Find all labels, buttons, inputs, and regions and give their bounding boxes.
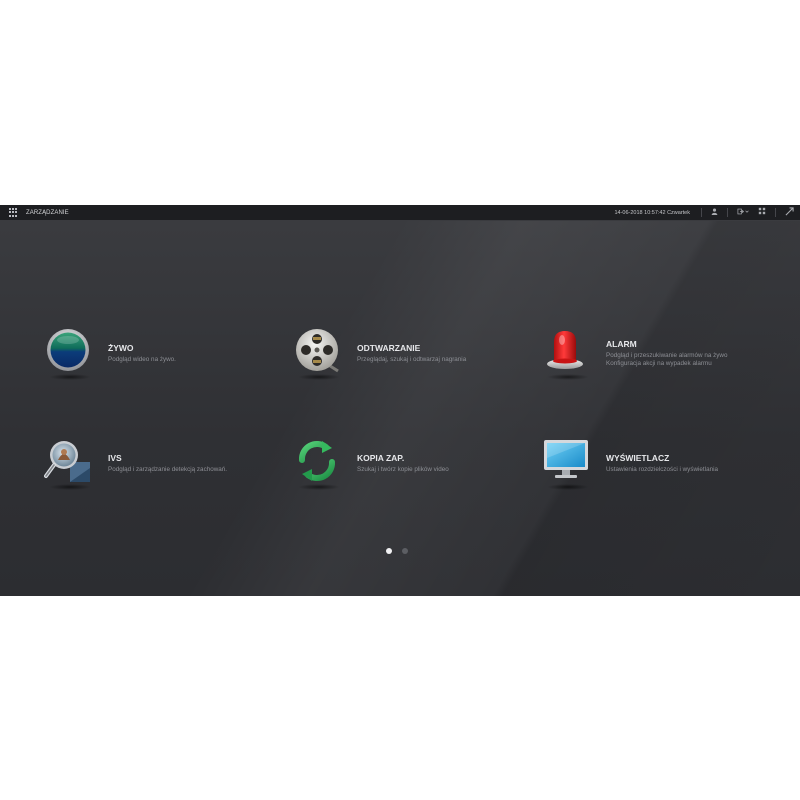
tile-title: WYŚWIETLACZ [606, 452, 670, 463]
icon-shadow [547, 374, 589, 380]
main-menu-screen: ZARZĄDZANIE 14-06-2018 10:57:42 Czwartek [0, 205, 800, 596]
user-icon[interactable] [711, 208, 718, 218]
icon-shadow [298, 484, 340, 490]
divider [727, 208, 728, 217]
page-dot-2[interactable] [402, 548, 408, 554]
alarm-beacon-icon [542, 328, 594, 380]
tile-ivs[interactable]: IVS Podgląd i zarządzanie detekcją zacho… [44, 438, 274, 490]
tile-description-line2: Konfiguracja akcji na wypadek alarmu [606, 359, 712, 367]
tile-alarm[interactable]: ALARM Podgląd i przeszukiwanie alarmów n… [542, 328, 772, 380]
backup-sync-icon [293, 438, 345, 490]
grid-menu-icon[interactable] [9, 208, 19, 217]
tile-title: ODTWARZANIE [357, 342, 421, 353]
layout-icon[interactable] [758, 207, 766, 218]
tile-display[interactable]: WYŚWIETLACZ Ustawienia rozdzielczości i … [542, 438, 772, 490]
logout-icon[interactable] [737, 208, 750, 218]
fullscreen-icon[interactable] [785, 206, 794, 219]
tile-live[interactable]: ŻYWO Podgląd wideo na żywo. [44, 328, 274, 380]
live-view-icon [44, 328, 96, 380]
tile-backup[interactable]: KOPIA ZAP. Szukaj i twórz kopie plików v… [293, 438, 523, 490]
tile-playback[interactable]: ODTWARZANIE Przeglądaj, szukaj i odtwarz… [293, 328, 523, 380]
tile-description: Podgląd i przeszukiwanie alarmów na żywo [606, 351, 728, 359]
tile-description: Szukaj i twórz kopie plików video [357, 465, 449, 473]
monitor-icon [542, 438, 594, 490]
tile-description: Przeglądaj, szukaj i odtwarzaj nagrania [357, 355, 467, 363]
icon-shadow [547, 484, 589, 490]
top-bar: ZARZĄDZANIE 14-06-2018 10:57:42 Czwartek [0, 205, 800, 221]
divider [701, 208, 702, 217]
tile-title: ŻYWO [108, 342, 134, 353]
tile-description: Podgląd i zarządzanie detekcją zachowań. [108, 465, 228, 473]
tile-title: ALARM [606, 338, 637, 349]
tile-description: Ustawienia rozdzielczości i wyświetlania [606, 465, 718, 473]
icon-shadow [49, 374, 91, 380]
film-reel-icon [293, 328, 345, 380]
icon-shadow [49, 484, 91, 490]
tile-title: KOPIA ZAP. [357, 452, 405, 463]
icon-shadow [298, 374, 340, 380]
background-sheen [0, 205, 800, 596]
pagination [386, 548, 408, 554]
tile-title: IVS [108, 452, 122, 463]
page-title: ZARZĄDZANIE [26, 209, 69, 216]
divider [775, 208, 776, 217]
page-dot-1[interactable] [386, 548, 392, 554]
tile-description: Podgląd wideo na żywo. [108, 355, 176, 363]
magnifier-icon [44, 438, 96, 490]
datetime-display: 14-06-2018 10:57:42 Czwartek [614, 209, 690, 216]
